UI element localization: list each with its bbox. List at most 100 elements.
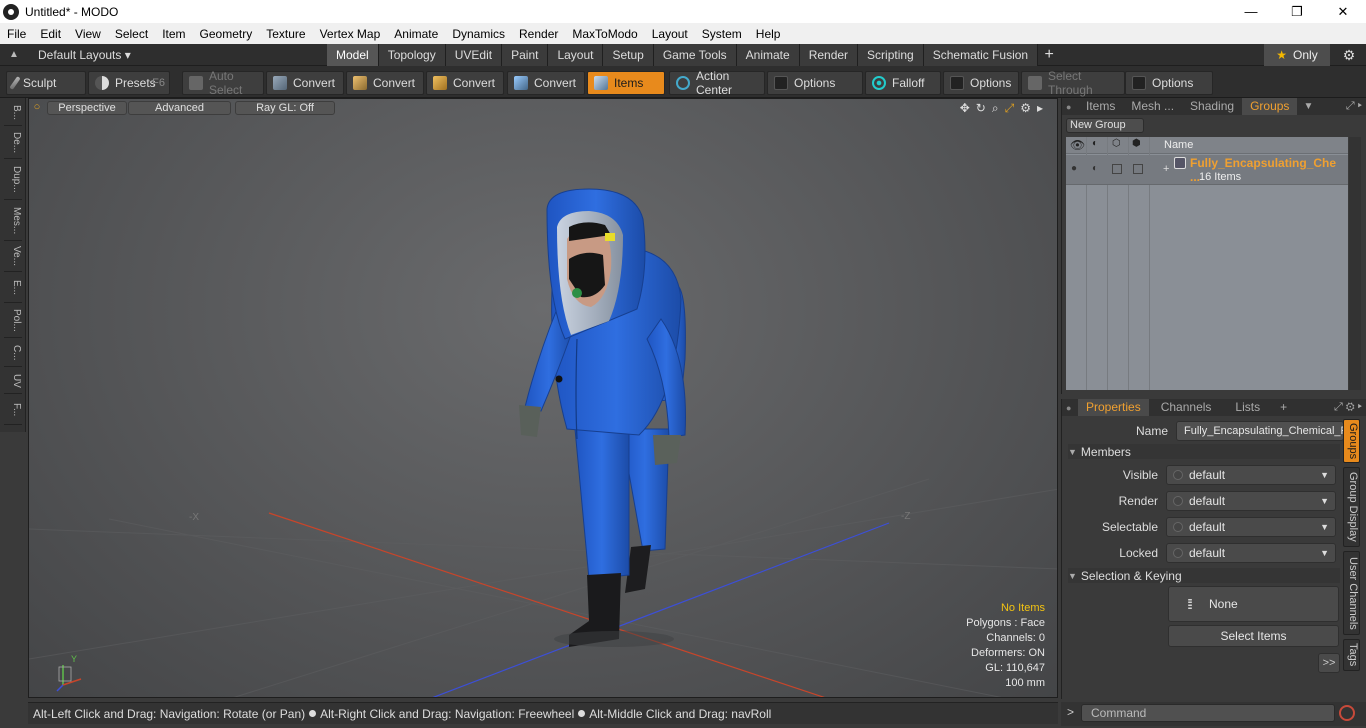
advanced-shading-button[interactable]: Advanced: [128, 101, 231, 115]
expand-icon[interactable]: +: [1163, 163, 1169, 175]
select-items-button[interactable]: Select Items: [1168, 625, 1339, 647]
name-field[interactable]: Fully_Encapsulating_Chemical_Pr: [1176, 421, 1352, 441]
viewport-more-icon[interactable]: ▸: [1037, 101, 1043, 116]
command-input[interactable]: Command: [1081, 704, 1335, 722]
tab-paint[interactable]: Paint: [502, 44, 549, 66]
minimize-button[interactable]: —: [1228, 0, 1274, 23]
raygl-button[interactable]: Ray GL: Off: [235, 101, 335, 115]
hazmat-suit-model[interactable]: [29, 99, 1058, 698]
options-button-2[interactable]: Options: [943, 71, 1019, 95]
left-tab-edge[interactable]: E...: [4, 273, 22, 303]
perspective-button[interactable]: Perspective: [47, 101, 127, 115]
fit-icon[interactable]: ⤢: [1005, 101, 1015, 116]
menu-dynamics[interactable]: Dynamics: [445, 27, 512, 41]
viewport-gear-icon[interactable]: ⚙: [1020, 101, 1031, 116]
3d-viewport[interactable]: -X -Z Y ○ Perspective Advanced Ray GL: O…: [28, 98, 1058, 698]
options-button-3[interactable]: Options: [1125, 71, 1213, 95]
presets-button[interactable]: Presets F6: [88, 71, 170, 95]
vtab-group-display[interactable]: Group Display: [1343, 467, 1360, 547]
tab-channels[interactable]: Channels: [1149, 399, 1224, 416]
only-toggle[interactable]: ★ Only: [1264, 44, 1330, 66]
layout-select[interactable]: Default Layouts ▾: [38, 48, 148, 62]
menu-item[interactable]: Item: [155, 27, 192, 41]
members-section-header[interactable]: ▼ Members: [1068, 444, 1340, 459]
menu-geometry[interactable]: Geometry: [193, 27, 260, 41]
tab-game-tools[interactable]: Game Tools: [653, 44, 737, 66]
left-tab-basic[interactable]: B...: [4, 100, 22, 126]
panel-dot-icon[interactable]: ●: [1062, 403, 1078, 413]
left-tab-duplicate[interactable]: Dup...: [4, 160, 22, 200]
tab-render[interactable]: Render: [799, 44, 859, 66]
tab-model[interactable]: Model: [327, 44, 379, 66]
tab-layout[interactable]: Layout: [548, 44, 604, 66]
row-selectable-box[interactable]: [1112, 164, 1122, 174]
menu-view[interactable]: View: [68, 27, 108, 41]
menu-help[interactable]: Help: [749, 27, 788, 41]
options-button-1[interactable]: Options: [767, 71, 863, 95]
menu-vertex-map[interactable]: Vertex Map: [313, 27, 388, 41]
tab-setup[interactable]: Setup: [603, 44, 654, 66]
menu-file[interactable]: File: [0, 27, 33, 41]
add-panel-tab[interactable]: +: [1272, 399, 1295, 416]
zoom-icon[interactable]: ⌕: [992, 101, 999, 116]
render-icon[interactable]: ◐: [1092, 138, 1098, 149]
gear-icon[interactable]: ⚙: [1336, 44, 1362, 66]
lock-icon[interactable]: ⬢: [1132, 138, 1141, 149]
selectable-dropdown[interactable]: default ▼: [1166, 517, 1336, 537]
convert-vertices-button[interactable]: Convert: [266, 71, 344, 95]
tab-items[interactable]: Items: [1078, 98, 1123, 115]
new-group-button[interactable]: New Group: [1066, 118, 1144, 133]
vtab-tags[interactable]: Tags: [1343, 639, 1360, 671]
selection-keying-section-header[interactable]: ▼ Selection & Keying: [1068, 568, 1340, 583]
tab-properties[interactable]: Properties: [1078, 399, 1149, 416]
panel-expand-icon[interactable]: ⤢ ⚙ ▸: [1334, 401, 1362, 414]
panel-dot-icon[interactable]: ●: [1062, 102, 1078, 112]
rotate-icon[interactable]: ↻: [976, 101, 986, 116]
row-eye-icon[interactable]: ●: [1071, 163, 1077, 174]
group-row[interactable]: ● ◐ + Fully_Encapsulating_Che ... 16 Ite…: [1066, 155, 1348, 185]
row-lock-box[interactable]: [1133, 164, 1143, 174]
left-tab-deform[interactable]: De...: [4, 127, 22, 159]
menu-texture[interactable]: Texture: [259, 27, 312, 41]
tab-groups[interactable]: Groups: [1242, 98, 1298, 115]
auto-select-button[interactable]: Auto Select: [182, 69, 264, 97]
action-center-button[interactable]: Action Center: [669, 69, 765, 97]
tab-topology[interactable]: Topology: [378, 44, 446, 66]
maximize-button[interactable]: ❐: [1274, 0, 1320, 23]
record-icon[interactable]: [1339, 705, 1355, 721]
row-render-icon[interactable]: ◐: [1092, 163, 1098, 174]
tab-schematic-fusion[interactable]: Schematic Fusion: [923, 44, 1039, 66]
tab-mesh[interactable]: Mesh ...: [1123, 98, 1182, 115]
menu-system[interactable]: System: [695, 27, 749, 41]
left-tab-curve[interactable]: C...: [4, 339, 22, 367]
falloff-button[interactable]: Falloff: [865, 71, 941, 95]
tab-uvedit[interactable]: UVEdit: [445, 44, 503, 66]
viewport-options-dot[interactable]: ○: [33, 101, 41, 115]
pan-icon[interactable]: ✥: [960, 101, 970, 116]
left-tab-polygon[interactable]: Pol...: [4, 304, 22, 338]
tabs-dropdown-icon[interactable]: ▼: [1297, 101, 1313, 112]
tab-scripting[interactable]: Scripting: [858, 44, 924, 66]
locked-dropdown[interactable]: default ▼: [1166, 543, 1336, 563]
left-tab-fusion[interactable]: F...: [4, 395, 22, 425]
selectable-icon[interactable]: ⬡: [1112, 138, 1121, 149]
left-tab-uv[interactable]: UV: [4, 368, 22, 394]
visible-dropdown[interactable]: default ▼: [1166, 465, 1336, 485]
left-tab-vertex[interactable]: Ve...: [4, 242, 22, 272]
convert-edges-button[interactable]: Convert: [346, 71, 424, 95]
menu-render[interactable]: Render: [512, 27, 565, 41]
left-tab-mesh-edit[interactable]: Mes...: [4, 201, 22, 241]
render-dropdown[interactable]: default ▼: [1166, 491, 1336, 511]
menu-animate[interactable]: Animate: [387, 27, 445, 41]
group-list-scrollbar[interactable]: [1349, 137, 1361, 390]
none-selection-button[interactable]: ⁞⁞ None: [1168, 586, 1339, 622]
select-through-button[interactable]: Select Through: [1021, 69, 1125, 97]
vtab-groups[interactable]: Groups: [1343, 419, 1360, 463]
convert-polygons-button[interactable]: Convert: [426, 71, 504, 95]
layout-collapse-icon[interactable]: ▲: [4, 49, 24, 60]
menu-edit[interactable]: Edit: [33, 27, 68, 41]
menu-layout[interactable]: Layout: [645, 27, 695, 41]
sculpt-button[interactable]: Sculpt: [6, 71, 86, 95]
items-mode-button[interactable]: Items: [587, 71, 665, 95]
tab-animate[interactable]: Animate: [736, 44, 800, 66]
